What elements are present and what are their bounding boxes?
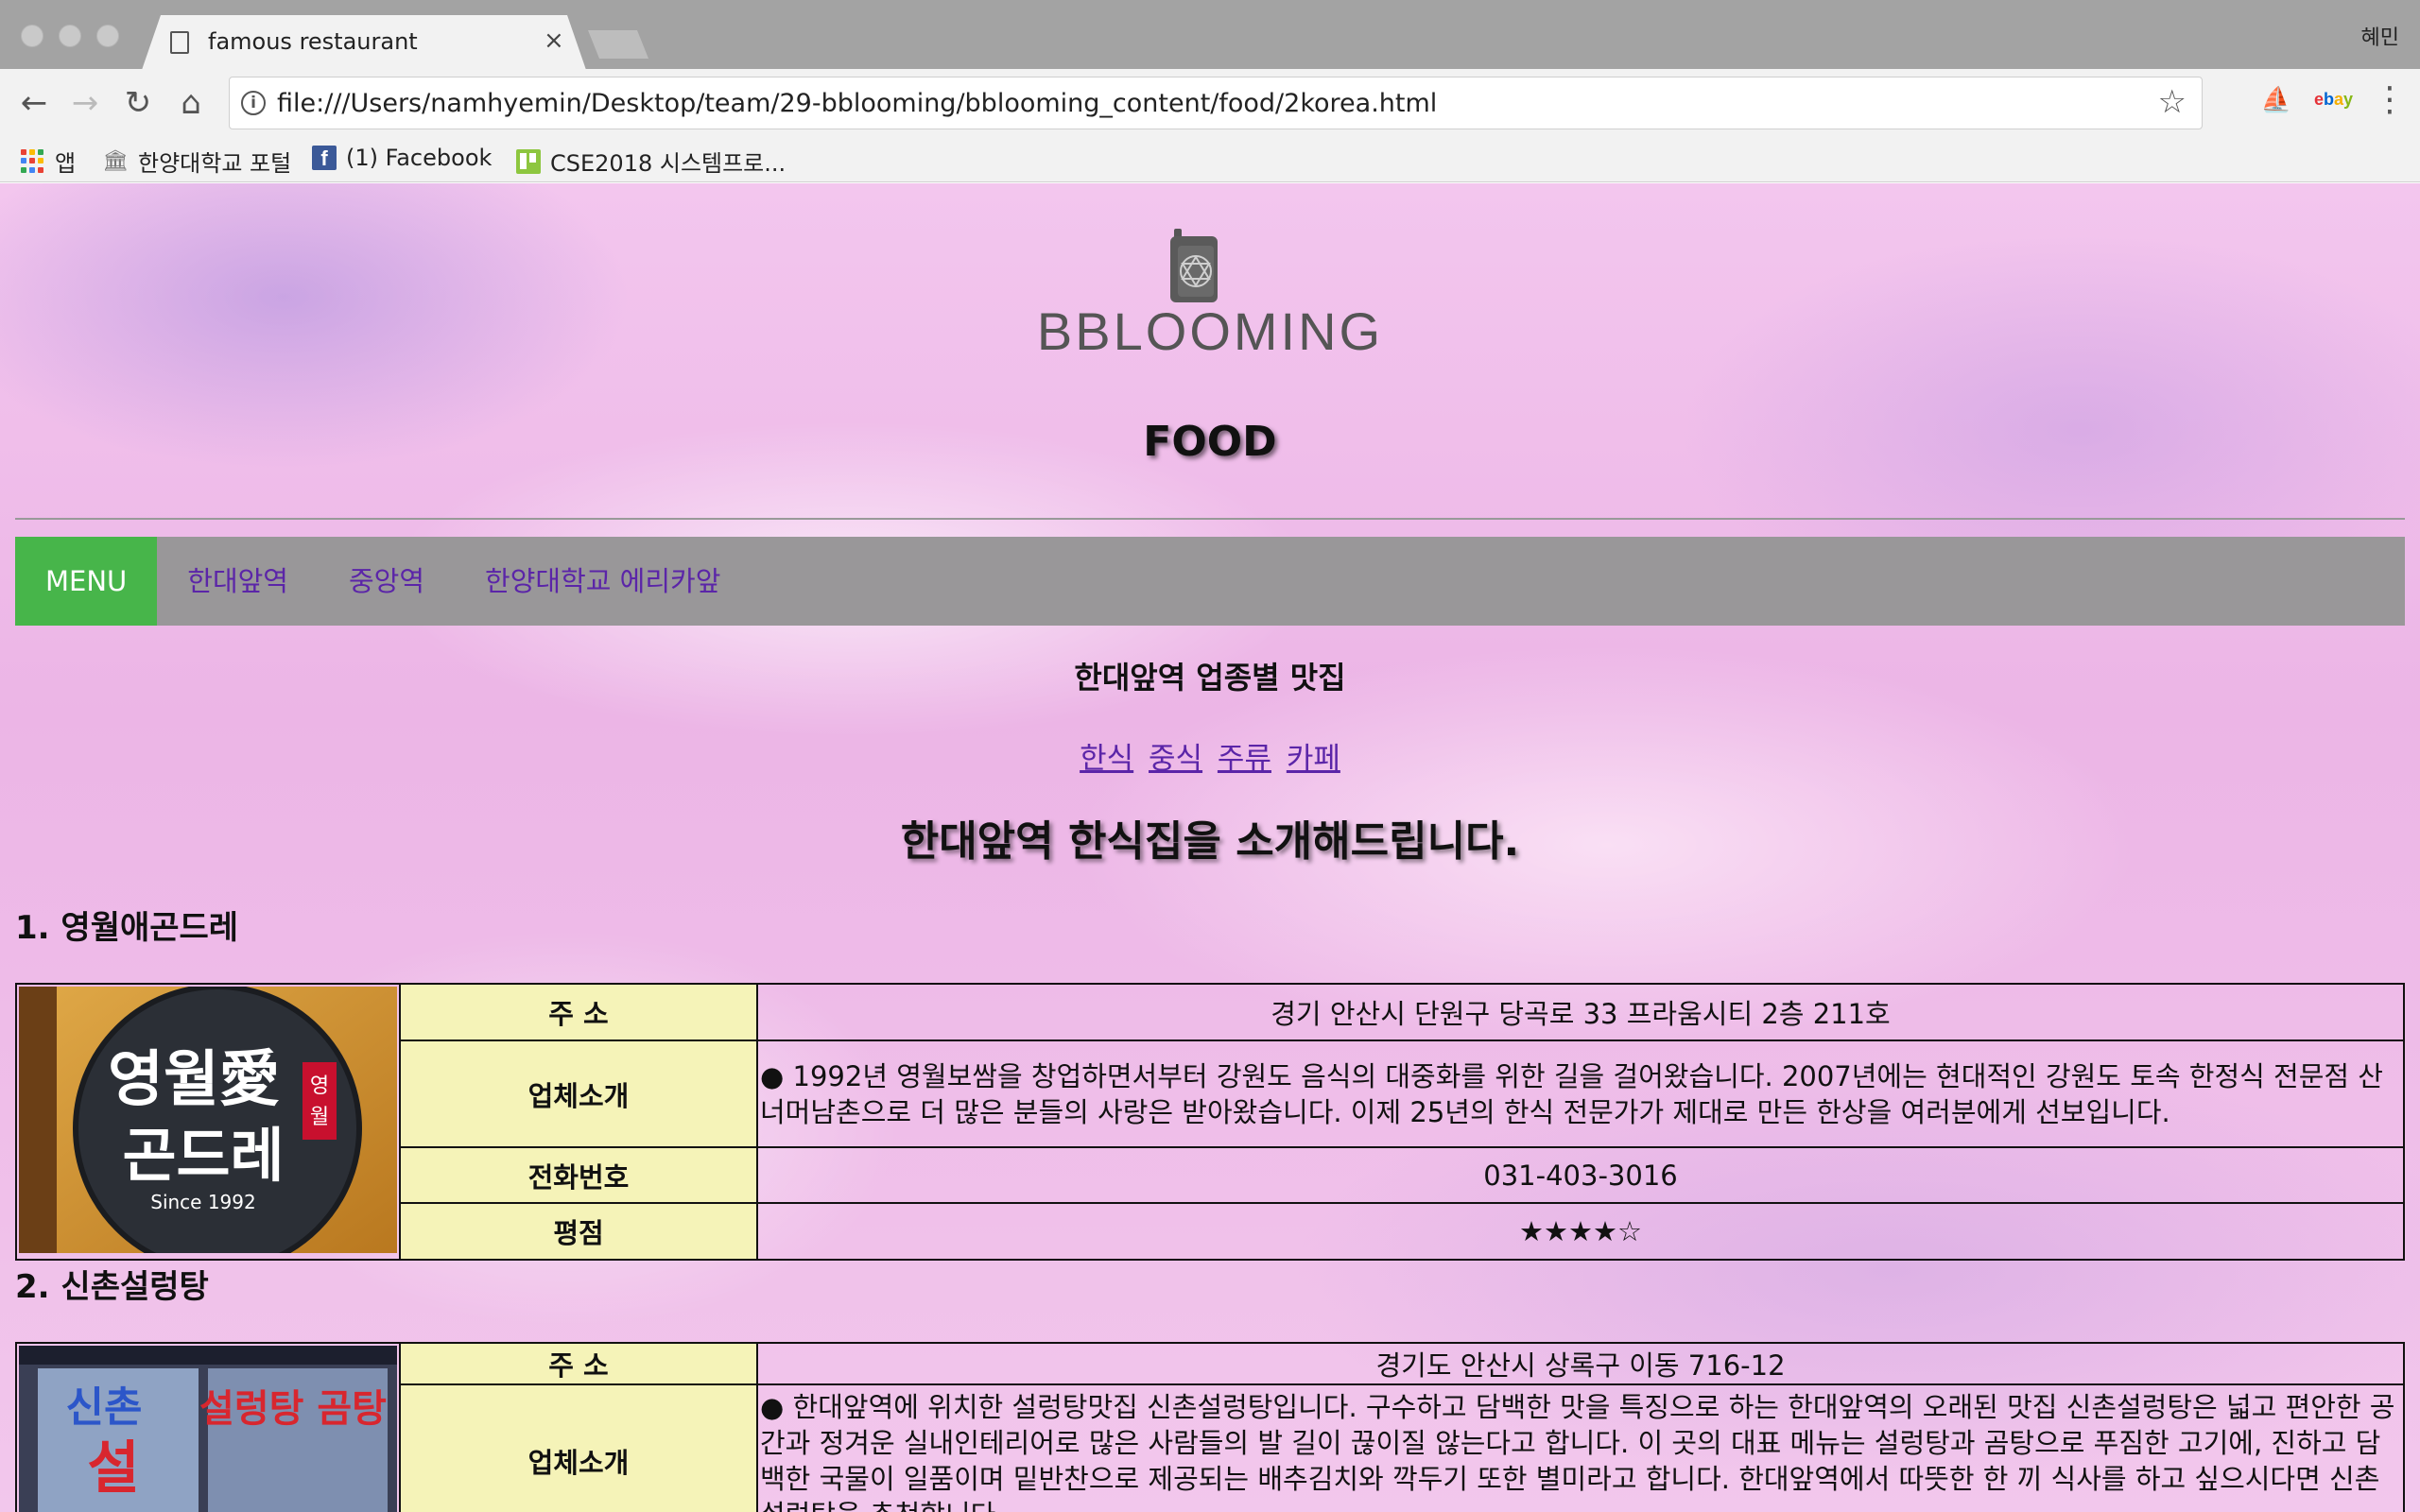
document-icon <box>170 31 189 54</box>
rating-label: 평점 <box>399 1202 758 1261</box>
more-menu-icon[interactable]: ⋮ <box>2373 80 2407 119</box>
svg-text:신촌: 신촌 <box>66 1383 143 1432</box>
svg-text:영: 영 <box>310 1074 329 1098</box>
phone-label: 전화번호 <box>399 1146 758 1204</box>
restaurant-title: 2. 신촌설렁탕 <box>15 1268 209 1306</box>
logo-wordmark: BBLOOMING <box>1037 301 1383 361</box>
restaurant-photo-cell: 영월愛 곤드레 Since 1992 영 월 <box>15 983 401 1261</box>
url-text[interactable]: file:///Users/namhyemin/Desktop/team/29-… <box>277 89 1437 118</box>
browser-toolbar: ← → ↻ ⌂ i file:///Users/namhyemin/Deskto… <box>0 69 2420 137</box>
restaurant-photo-cell: 신촌 설렁탕 곰탕 설 <box>15 1342 401 1512</box>
divider <box>15 518 2405 520</box>
intro-heading: 한대앞역 한식집을 소개해드립니다. <box>900 817 1520 866</box>
svg-text:설: 설 <box>87 1435 139 1502</box>
restaurant-photo: 신촌 설렁탕 곰탕 설 <box>19 1346 397 1512</box>
bookmark-facebook[interactable]: f (1) Facebook <box>312 145 492 171</box>
restaurant-info-table: 신촌 설렁탕 곰탕 설 주 소 경기도 안산시 상록구 이동 716-12 업체… <box>15 1342 2405 1512</box>
home-icon[interactable]: ⌂ <box>172 84 210 122</box>
phone-value: 031-403-3016 <box>756 1146 2405 1204</box>
svg-text:영월愛: 영월愛 <box>108 1045 280 1115</box>
new-tab-button[interactable] <box>588 30 648 59</box>
description-value: ● 1992년 영월보쌈을 창업하면서부터 강원도 음식의 대중화를 위한 길을… <box>756 1040 2405 1148</box>
restaurant-info-table: 영월愛 곤드레 Since 1992 영 월 주 소 경기 안산시 단원구 당곡… <box>15 983 2405 1261</box>
bookmark-label: 한양대학교 포털 <box>138 150 292 177</box>
site-nav: MENU 한대앞역 중앙역 한양대학교 에리카앞 <box>15 537 2405 626</box>
bookmark-star-icon[interactable]: ☆ <box>2158 83 2187 121</box>
category-link-bar[interactable]: 주류 <box>1218 742 1271 776</box>
extension-icon[interactable]: ⛵ <box>2259 86 2293 114</box>
category-links: 한식 중식 주류 카페 <box>0 734 2420 777</box>
trello-icon <box>516 148 541 174</box>
page-title: FOOD <box>1143 418 1277 466</box>
section-heading: 한대앞역 업종별 맛집 <box>1074 660 1346 696</box>
nav-link-handae[interactable]: 한대앞역 <box>157 537 319 626</box>
tab-close-icon[interactable]: × <box>544 26 564 55</box>
svg-text:Since 1992: Since 1992 <box>150 1191 255 1213</box>
window-minimize-button[interactable] <box>59 25 81 47</box>
browser-tab[interactable]: famous restaurant × <box>142 15 586 70</box>
svg-text:설렁탕 곰탕: 설렁탕 곰탕 <box>199 1387 387 1431</box>
bookmark-label: 앱 <box>55 150 77 177</box>
ebay-extension-icon[interactable]: ebay <box>2314 90 2353 110</box>
forward-arrow-icon[interactable]: → <box>66 84 104 122</box>
window-zoom-button[interactable] <box>96 25 119 47</box>
svg-text:곤드레: 곤드레 <box>122 1121 284 1190</box>
bookmark-apps[interactable]: 앱 <box>21 145 76 178</box>
page-content: BBLOOMING FOOD MENU 한대앞역 중앙역 한양대학교 에리카앞 … <box>0 183 2420 1512</box>
nav-link-jungang[interactable]: 중앙역 <box>319 537 455 626</box>
reload-icon[interactable]: ↻ <box>119 84 157 122</box>
restaurant-title: 1. 영월애곤드레 <box>15 909 239 947</box>
bblooming-logo[interactable]: BBLOOMING <box>1030 229 1390 370</box>
bookmark-label: (1) Facebook <box>346 145 493 171</box>
back-arrow-icon[interactable]: ← <box>15 84 53 122</box>
browser-titlebar: famous restaurant × 혜민 <box>0 0 2420 70</box>
bookmark-hanyang-portal[interactable]: 🏛 한양대학교 포털 <box>102 145 291 178</box>
svg-text:월: 월 <box>310 1106 329 1129</box>
description-label: 업체소개 <box>399 1040 758 1148</box>
address-bar[interactable]: i file:///Users/namhyemin/Desktop/team/2… <box>229 77 2203 129</box>
info-icon[interactable]: i <box>241 91 266 115</box>
tab-title: famous restaurant <box>208 28 418 55</box>
category-link-chinese[interactable]: 중식 <box>1149 742 1202 776</box>
rating-stars: ★★★★☆ <box>756 1202 2405 1261</box>
description-label: 업체소개 <box>399 1383 758 1512</box>
category-link-korean[interactable]: 한식 <box>1080 742 1133 776</box>
description-value: ● 한대앞역에 위치한 설렁탕맛집 신촌설렁탕입니다. 구수하고 담백한 맛을 … <box>756 1383 2405 1512</box>
address-value: 경기 안산시 단원구 당곡로 33 프라움시티 2층 211호 <box>756 983 2405 1041</box>
bookmark-label: CSE2018 시스템프로... <box>550 150 786 177</box>
address-value: 경기도 안산시 상록구 이동 716-12 <box>756 1342 2405 1385</box>
restaurant-photo: 영월愛 곤드레 Since 1992 영 월 <box>19 987 397 1253</box>
building-icon: 🏛 <box>102 148 129 173</box>
bookmark-cse2018[interactable]: CSE2018 시스템프로... <box>516 145 786 178</box>
apps-grid-icon <box>21 148 45 174</box>
nav-menu-button[interactable]: MENU <box>15 537 158 626</box>
nav-link-erica[interactable]: 한양대학교 에리카앞 <box>455 537 751 626</box>
profile-name[interactable]: 혜민 <box>2361 21 2399 51</box>
window-close-button[interactable] <box>21 25 43 47</box>
category-link-cafe[interactable]: 카페 <box>1287 742 1340 776</box>
facebook-icon: f <box>312 146 337 170</box>
bookmarks-bar: 앱 🏛 한양대학교 포털 f (1) Facebook CSE2018 시스템프… <box>0 137 2420 182</box>
address-label: 주 소 <box>399 983 758 1041</box>
address-label: 주 소 <box>399 1342 758 1385</box>
book-icon <box>1170 229 1218 302</box>
